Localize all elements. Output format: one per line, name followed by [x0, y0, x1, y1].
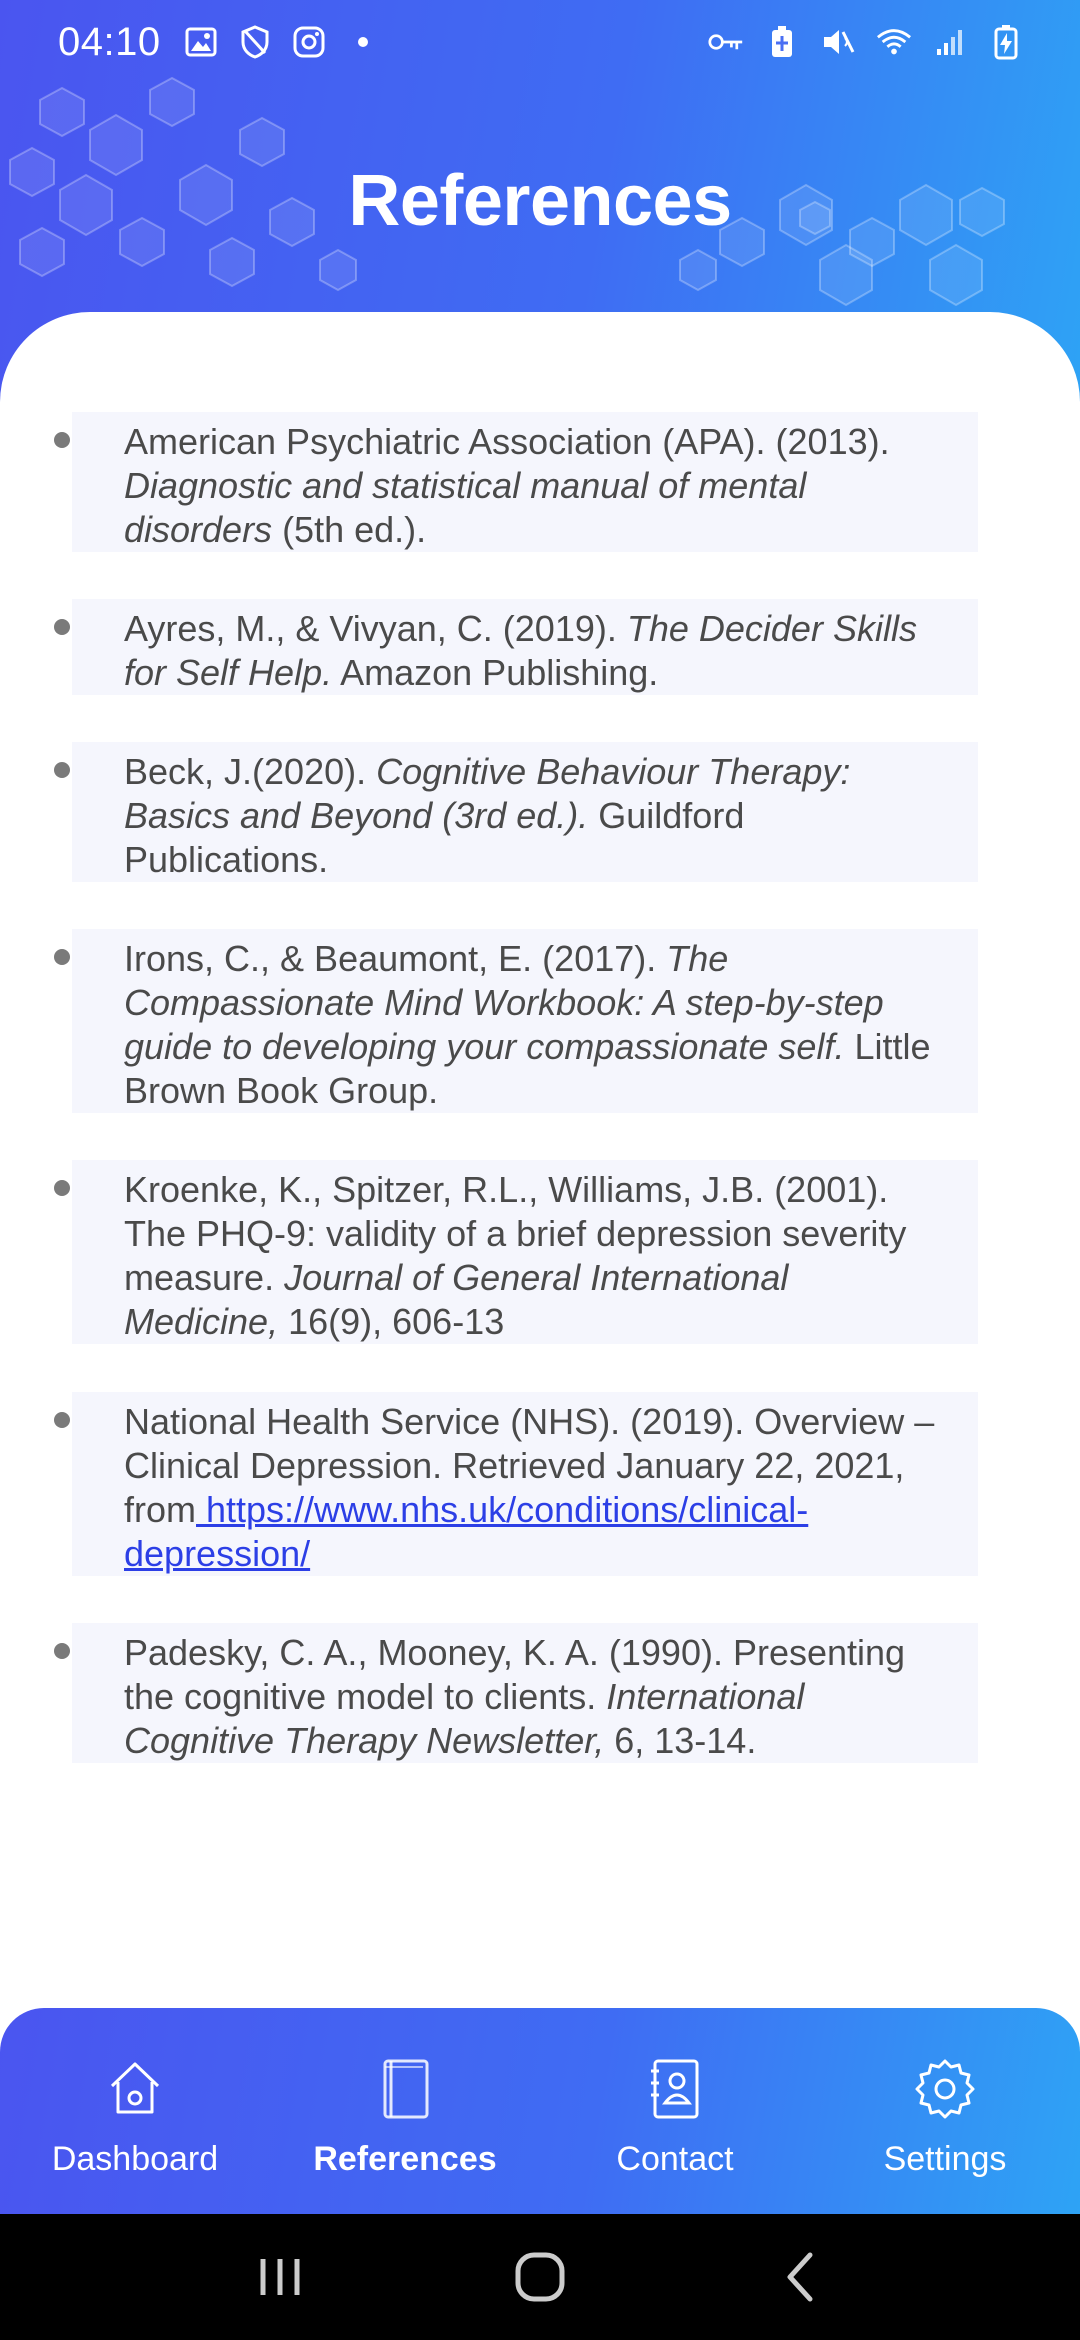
gear-icon: [910, 2054, 980, 2124]
bullet-icon: [54, 949, 70, 965]
page-title: References: [348, 161, 732, 241]
home-icon: [100, 2054, 170, 2124]
references-content: American Psychiatric Association (APA). …: [0, 312, 1080, 2072]
reference-title: Diagnostic and statistical manual of men…: [124, 465, 807, 550]
bullet-icon: [54, 1180, 70, 1196]
bullet-icon: [54, 762, 70, 778]
battery-saver-icon: [764, 24, 800, 60]
bullet-icon: [54, 432, 70, 448]
nav-label: Dashboard: [51, 2140, 219, 2178]
bullet-icon: [54, 1412, 70, 1428]
book-icon: [370, 2054, 440, 2124]
contact-card-icon: [640, 2054, 710, 2124]
vpn-key-icon: [708, 24, 744, 60]
nhs-link[interactable]: https://www.nhs.uk/conditions/clinical-d…: [124, 1489, 808, 1574]
mute-icon: [820, 24, 856, 60]
recents-icon[interactable]: [240, 2237, 320, 2317]
reference-text-part: 6, 13-14.: [604, 1720, 757, 1761]
reference-text: Irons, C., & Beaumont, E. (2017). The Co…: [72, 929, 978, 1113]
signal-icon: [932, 24, 968, 60]
gallery-icon: [183, 24, 219, 60]
nav-item-dashboard[interactable]: Dashboard: [0, 2008, 270, 2214]
system-navigation-bar: [0, 2214, 1080, 2340]
dot-icon: [345, 24, 381, 60]
reference-text-part: Irons, C., & Beaumont, E. (2017).: [124, 938, 667, 979]
nav-label: Settings: [883, 2140, 1007, 2178]
reference-text-part: Ayres, M., & Vivyan, C. (2019).: [124, 608, 627, 649]
reference-text: Padesky, C. A., Mooney, K. A. (1990). Pr…: [72, 1623, 978, 1763]
reference-text: National Health Service (NHS). (2019). O…: [72, 1392, 978, 1576]
nav-item-contact[interactable]: Contact: [540, 2008, 810, 2214]
reference-text: Kroenke, K., Spitzer, R.L., Williams, J.…: [72, 1160, 978, 1344]
reference-text: Ayres, M., & Vivyan, C. (2019). The Deci…: [72, 599, 978, 695]
shield-icon: [237, 24, 273, 60]
reference-text-part: 16(9), 606-13: [278, 1301, 505, 1342]
nav-label: References: [313, 2140, 497, 2178]
nav-item-settings[interactable]: Settings: [810, 2008, 1080, 2214]
reference-text: Beck, J.(2020). Cognitive Behaviour Ther…: [72, 742, 978, 882]
bullet-icon: [54, 619, 70, 635]
reference-text-part: Amazon Publishing.: [332, 652, 659, 693]
reference-text: American Psychiatric Association (APA). …: [72, 412, 978, 552]
wifi-icon: [876, 24, 912, 60]
back-icon[interactable]: [760, 2237, 840, 2317]
bottom-navigation: Dashboard References Contact Settings: [0, 2008, 1080, 2214]
reference-text-part: Beck, J.(2020).: [124, 751, 377, 792]
reference-text-part: (5th ed.).: [272, 509, 427, 550]
instagram-icon: [291, 24, 327, 60]
battery-charging-icon: [988, 24, 1024, 60]
nav-label: Contact: [616, 2140, 734, 2178]
home-button-icon[interactable]: [500, 2237, 580, 2317]
nav-item-references[interactable]: References: [270, 2008, 540, 2214]
status-time: 04:10: [58, 19, 161, 64]
status-bar: 04:10: [0, 0, 1080, 84]
reference-text-part: American Psychiatric Association (APA). …: [124, 421, 890, 462]
bullet-icon: [54, 1643, 70, 1659]
